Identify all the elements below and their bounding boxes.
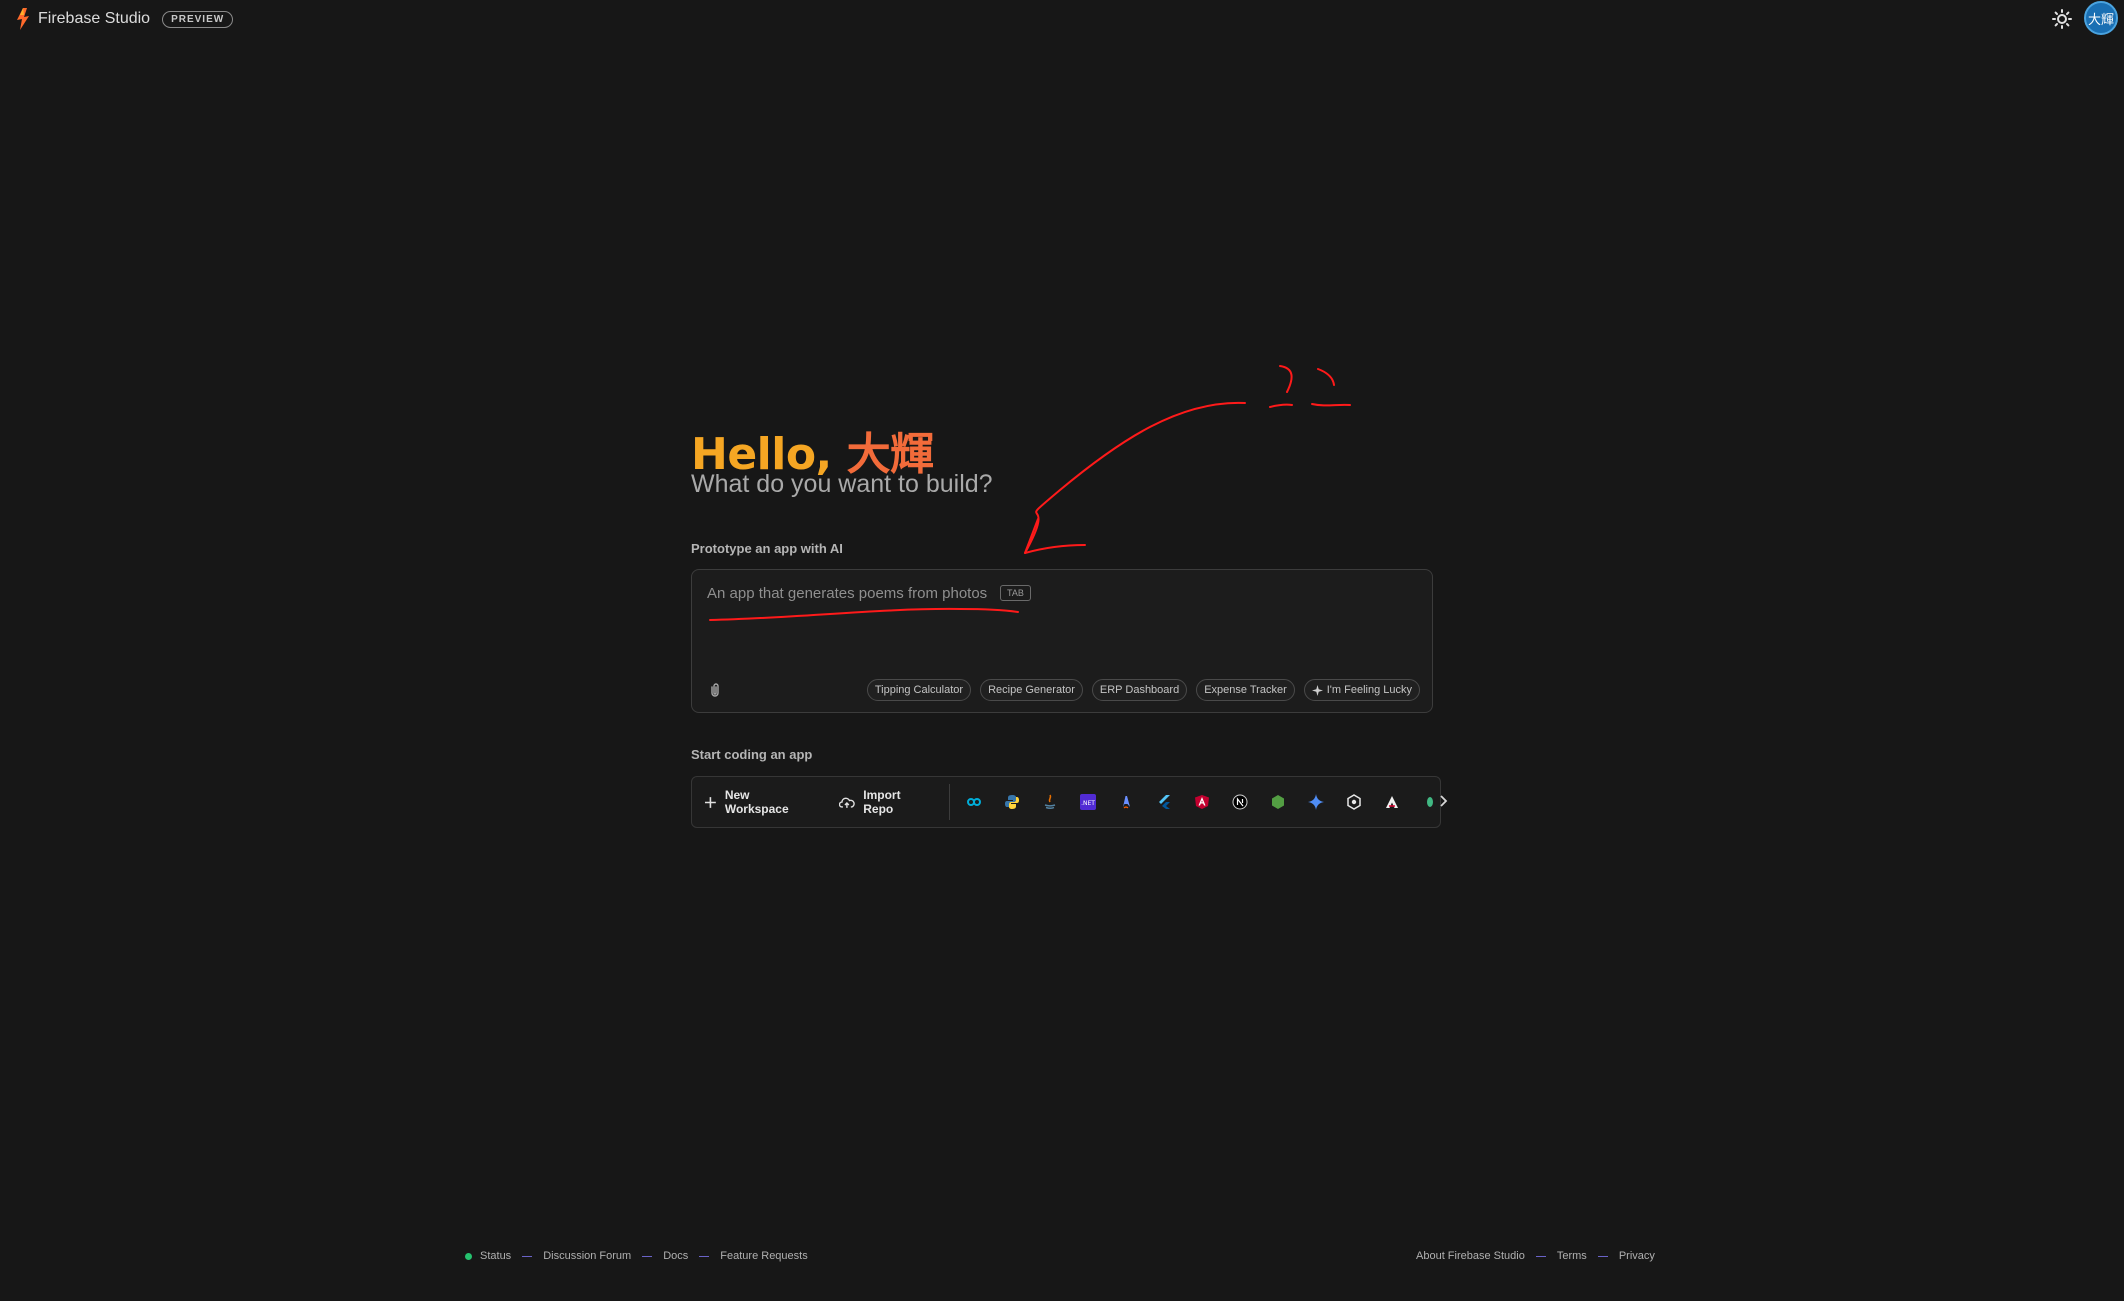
footer-left: Status Discussion Forum Docs Feature Req…	[465, 1250, 808, 1262]
plus-icon	[704, 796, 716, 808]
brand-name: Firebase Studio	[38, 10, 151, 27]
nextjs-icon[interactable]	[1230, 792, 1250, 812]
import-repo-label: Import Repo	[863, 788, 901, 816]
avatar[interactable]: 大輝	[2084, 1, 2118, 35]
new-workspace-label: New Workspace	[724, 788, 789, 816]
coding-section-label: Start coding an app	[691, 747, 813, 762]
footer-discussion-link[interactable]: Discussion Forum	[543, 1250, 631, 1262]
footer-separator	[699, 1255, 710, 1257]
preview-badge: PREVIEW	[162, 10, 234, 28]
start-coding-bar: New Workspace Import Repo .NET	[691, 776, 1441, 828]
dotnet-icon[interactable]: .NET	[1078, 792, 1098, 812]
footer-separator	[1535, 1255, 1546, 1257]
template-icons: .NET	[964, 792, 1440, 812]
footer-separator	[522, 1255, 533, 1257]
status-dot-icon	[465, 1252, 472, 1260]
import-repo-button[interactable]: Import Repo	[827, 777, 945, 827]
astro-icon[interactable]	[1116, 792, 1136, 812]
analog-icon[interactable]	[1382, 792, 1402, 812]
sparkle-icon	[1311, 684, 1323, 696]
chip-expense-tracker[interactable]: Expense Tracker	[1196, 679, 1295, 701]
footer-status-link[interactable]: Status	[480, 1250, 511, 1262]
prototype-section-label: Prototype an app with AI	[691, 541, 843, 556]
python-icon[interactable]	[1002, 792, 1022, 812]
chevron-right-icon[interactable]	[1434, 785, 1452, 817]
angular-icon[interactable]	[1192, 792, 1212, 812]
prompt-input[interactable]: An app that generates poems from photos …	[691, 569, 1433, 713]
svg-text:.NET: .NET	[1081, 800, 1095, 807]
chip-feeling-lucky-label: I'm Feeling Lucky	[1326, 684, 1412, 696]
new-workspace-button[interactable]: New Workspace	[692, 777, 827, 827]
flutter-icon[interactable]	[1154, 792, 1174, 812]
java-icon[interactable]	[1040, 792, 1060, 812]
paperclip-icon[interactable]	[708, 682, 722, 698]
tab-key-hint: TAB	[1000, 585, 1031, 601]
settings-hex-icon[interactable]	[1344, 792, 1364, 812]
nodejs-icon[interactable]	[1268, 792, 1288, 812]
footer-docs-link[interactable]: Docs	[663, 1250, 688, 1262]
chip-erp-dashboard[interactable]: ERP Dashboard	[1091, 679, 1188, 701]
gemini-icon[interactable]	[1306, 792, 1326, 812]
top-bar: Firebase Studio PREVIEW 大輝	[0, 0, 2124, 40]
footer-separator	[1597, 1255, 1608, 1257]
prompt-placeholder: An app that generates poems from photos	[707, 585, 988, 602]
go-icon[interactable]	[964, 792, 984, 812]
footer-right: About Firebase Studio Terms Privacy	[1416, 1250, 1655, 1262]
footer-about-link[interactable]: About Firebase Studio	[1416, 1250, 1525, 1262]
chip-tipping-calculator[interactable]: Tipping Calculator	[866, 679, 972, 701]
footer-terms-link[interactable]: Terms	[1557, 1250, 1587, 1262]
chip-feeling-lucky[interactable]: I'm Feeling Lucky	[1303, 679, 1420, 701]
suggestion-chips: Tipping Calculator Recipe Generator ERP …	[866, 679, 1420, 701]
sun-icon[interactable]	[2052, 9, 2072, 29]
cloud-upload-icon	[839, 797, 856, 808]
page-subtitle: What do you want to build?	[691, 470, 993, 498]
footer-separator	[642, 1255, 653, 1257]
firebase-logo-icon	[17, 8, 29, 30]
footer-feature-requests-link[interactable]: Feature Requests	[720, 1250, 807, 1262]
chip-recipe-generator[interactable]: Recipe Generator	[980, 679, 1083, 701]
bar-divider	[949, 784, 950, 820]
footer-privacy-link[interactable]: Privacy	[1619, 1250, 1655, 1262]
brand[interactable]: Firebase Studio PREVIEW	[14, 7, 234, 31]
